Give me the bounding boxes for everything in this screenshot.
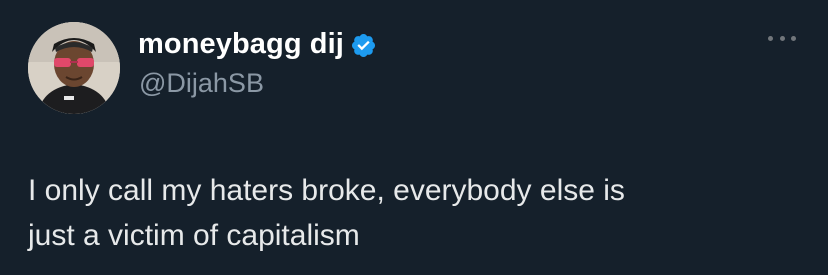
user-handle[interactable]: @DijahSB <box>139 68 264 99</box>
verified-badge-icon <box>350 32 377 59</box>
more-options-icon[interactable] <box>768 30 796 46</box>
name-row: moneybagg dij <box>138 28 377 61</box>
display-name[interactable]: moneybagg dij <box>138 28 344 61</box>
tweet-text: I only call my haters broke, everybody e… <box>28 174 625 252</box>
dot <box>768 35 773 41</box>
avatar-image <box>28 22 120 114</box>
tweet-card: moneybagg dij @DijahSB I only call my ha… <box>0 0 828 275</box>
avatar[interactable] <box>28 22 120 114</box>
dot <box>791 35 796 41</box>
dot <box>779 35 785 41</box>
